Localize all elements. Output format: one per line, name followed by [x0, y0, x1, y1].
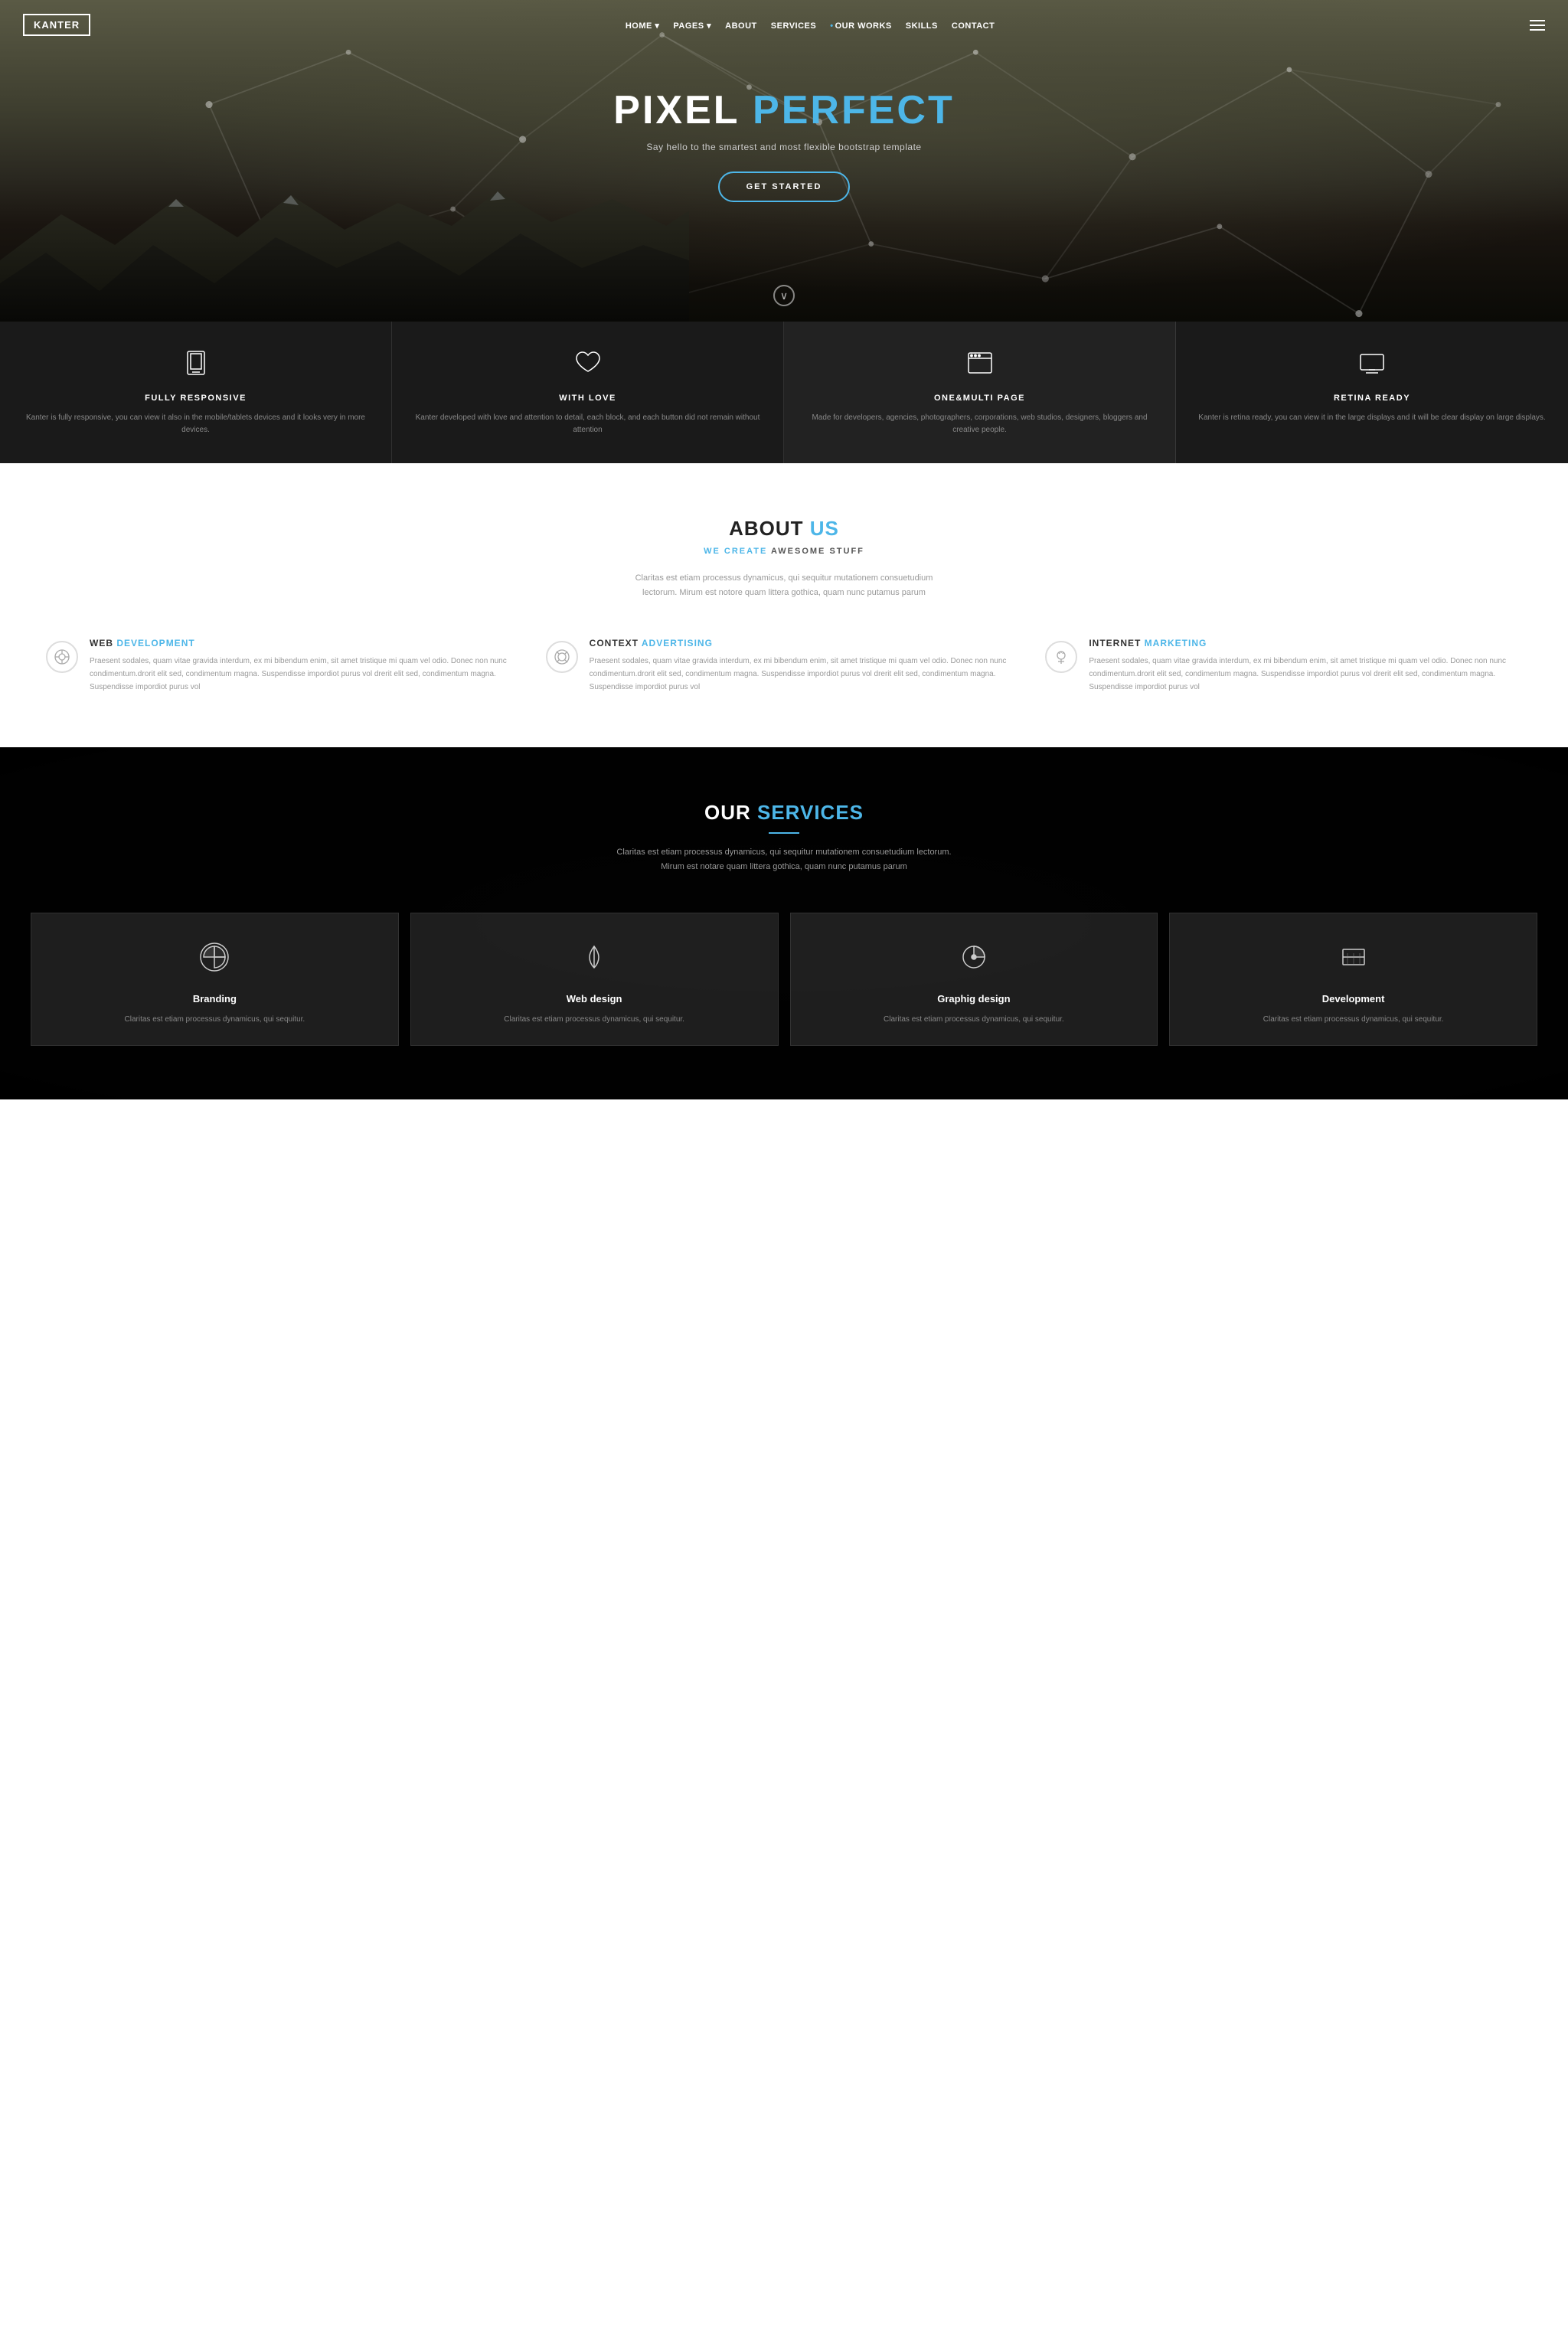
nav-works[interactable]: •OUR WORKS [830, 21, 892, 31]
about-subtitle: WE CREATE AWESOME STUFF [46, 547, 1522, 556]
about-marketing: INTERNET MARKETING Praesent sodales, qua… [1045, 638, 1522, 694]
nav-pages[interactable]: PAGES ▾ [673, 21, 711, 31]
feature-multipage-desc: Made for developers, agencies, photograp… [799, 412, 1160, 436]
marketing-title: INTERNET MARKETING [1089, 638, 1522, 648]
service-development-desc: Claritas est etiam processus dynamicus, … [1185, 1014, 1521, 1026]
service-webdesign-title: Web design [426, 993, 763, 1004]
feature-multipage-title: ONE&MULTI PAGE [799, 394, 1160, 403]
services-section: OUR SERVICES Claritas est etiam processu… [0, 747, 1568, 1099]
feature-love-desc: Kanter developed with love and attention… [407, 412, 768, 436]
nav-skills[interactable]: SKILLS [906, 21, 938, 31]
features-section: FULLY RESPONSIVE Kanter is fully respons… [0, 322, 1568, 463]
feature-retina: RETINA READY Kanter is retina ready, you… [1176, 322, 1568, 463]
navbar-links: HOME ▾ PAGES ▾ ABOUT SERVICES •OUR WORKS… [626, 18, 995, 32]
service-development: Development Claritas est etiam processus… [1169, 913, 1537, 1046]
multipage-icon [799, 348, 1160, 382]
services-content: OUR SERVICES Claritas est etiam processu… [31, 801, 1537, 1045]
hero-content: PIXEL PERFECT Say hello to the smartest … [613, 89, 954, 202]
nav-about[interactable]: ABOUT [725, 21, 757, 31]
feature-multipage: ONE&MULTI PAGE Made for developers, agen… [784, 322, 1176, 463]
service-graphic: Graphig design Claritas est etiam proces… [790, 913, 1158, 1046]
feature-love: WITH LOVE Kanter developed with love and… [392, 322, 784, 463]
nav-contact[interactable]: CONTACT [952, 21, 995, 31]
marketing-icon [1045, 641, 1077, 673]
feature-retina-desc: Kanter is retina ready, you can view it … [1191, 412, 1553, 424]
hero-title: PIXEL PERFECT [613, 89, 954, 132]
feature-responsive-desc: Kanter is fully responsive, you can view… [15, 412, 376, 436]
menu-icon[interactable] [1530, 20, 1545, 31]
feature-love-title: WITH LOVE [407, 394, 768, 403]
web-dev-title: WEB DEVELOPMENT [90, 638, 523, 648]
about-desc: Claritas est etiam processus dynamicus, … [623, 571, 945, 599]
advertising-desc: Praesent sodales, quam vitae gravida int… [590, 655, 1023, 694]
responsive-icon [15, 348, 376, 382]
service-development-title: Development [1185, 993, 1521, 1004]
service-webdesign-desc: Claritas est etiam processus dynamicus, … [426, 1014, 763, 1026]
about-title: ABOUT US [46, 517, 1522, 541]
service-branding-title: Branding [47, 993, 383, 1004]
service-branding: Branding Claritas est etiam processus dy… [31, 913, 399, 1046]
service-branding-desc: Claritas est etiam processus dynamicus, … [47, 1014, 383, 1026]
hero-title-highlight: PERFECT [753, 88, 955, 132]
webdesign-icon [426, 940, 763, 979]
hero-cta-button[interactable]: GET STARTED [718, 172, 851, 202]
about-features-grid: WEB DEVELOPMENT Praesent sodales, quam v… [46, 638, 1522, 694]
about-advertising: CONTEXT ADVERTISING Praesent sodales, qu… [546, 638, 1023, 694]
feature-retina-title: RETINA READY [1191, 394, 1553, 403]
hero-subtitle: Say hello to the smartest and most flexi… [613, 142, 954, 152]
hero-title-main: PIXEL [613, 88, 753, 132]
service-webdesign: Web design Claritas est etiam processus … [410, 913, 779, 1046]
love-icon [407, 348, 768, 382]
navbar: KANTER HOME ▾ PAGES ▾ ABOUT SERVICES •OU… [0, 0, 1568, 50]
services-title: OUR SERVICES [31, 801, 1537, 825]
nav-home[interactable]: HOME ▾ [626, 21, 660, 31]
about-web-dev: WEB DEVELOPMENT Praesent sodales, quam v… [46, 638, 523, 694]
service-graphic-desc: Claritas est etiam processus dynamicus, … [806, 1014, 1142, 1026]
advertising-title: CONTEXT ADVERTISING [590, 638, 1023, 648]
marketing-desc: Praesent sodales, quam vitae gravida int… [1089, 655, 1522, 694]
scroll-indicator[interactable]: ∨ [773, 285, 795, 306]
web-dev-icon [46, 641, 78, 673]
services-divider [769, 832, 799, 834]
services-grid: Branding Claritas est etiam processus dy… [31, 913, 1537, 1046]
mountains [0, 184, 689, 322]
feature-responsive: FULLY RESPONSIVE Kanter is fully respons… [0, 322, 392, 463]
branding-icon [47, 940, 383, 979]
graphic-icon [806, 940, 1142, 979]
about-section: ABOUT US WE CREATE AWESOME STUFF Clarita… [0, 463, 1568, 747]
advertising-icon [546, 641, 578, 673]
development-icon [1185, 940, 1521, 979]
services-desc: Claritas est etiam processus dynamicus, … [612, 845, 956, 874]
navbar-logo[interactable]: KANTER [23, 14, 90, 36]
service-graphic-title: Graphig design [806, 993, 1142, 1004]
retina-icon [1191, 348, 1553, 382]
web-dev-desc: Praesent sodales, quam vitae gravida int… [90, 655, 523, 694]
nav-services[interactable]: SERVICES [771, 21, 816, 31]
feature-responsive-title: FULLY RESPONSIVE [15, 394, 376, 403]
